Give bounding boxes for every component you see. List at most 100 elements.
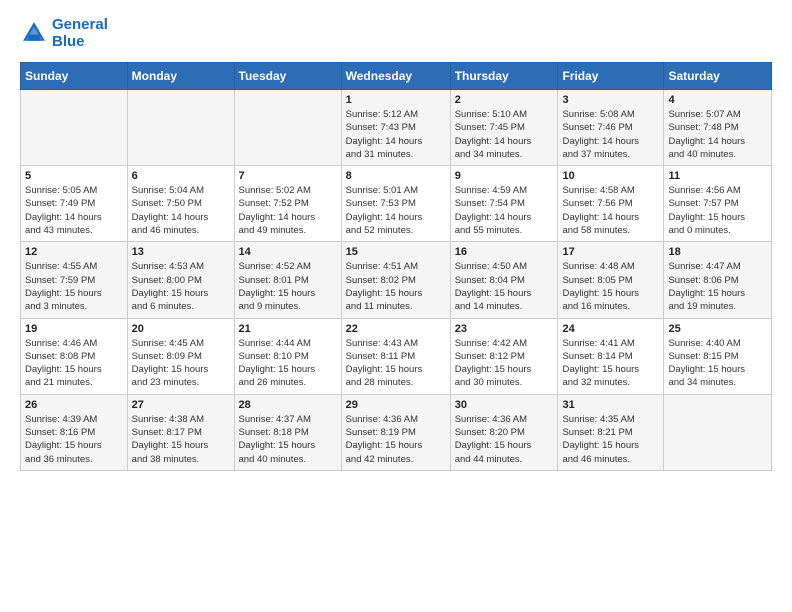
day-number: 29 bbox=[346, 399, 446, 411]
calendar-cell: 7Sunrise: 5:02 AM Sunset: 7:52 PM Daylig… bbox=[234, 166, 341, 242]
calendar-cell bbox=[127, 90, 234, 166]
day-number: 11 bbox=[668, 170, 767, 182]
calendar-cell: 4 Sunrise: 5:07 AM Sunset: 7:48 PM Daylig… bbox=[664, 90, 772, 166]
calendar-cell: 30 Sunrise: 4:36 AM Sunset: 8:20 PM Dayli… bbox=[450, 394, 558, 470]
day-info: Sunrise: 4:46 AM Sunset: 8:08 PM Dayligh… bbox=[25, 337, 123, 390]
day-info: Sunrise: 4:55 AM Sunset: 7:59 PM Dayligh… bbox=[25, 260, 123, 313]
day-info: Sunrise: 4:48 AM Sunset: 8:05 PM Dayligh… bbox=[562, 260, 659, 313]
day-info: Sunrise: 4:41 AM Sunset: 8:14 PM Dayligh… bbox=[562, 337, 659, 390]
calendar-cell: 25Sunrise: 4:40 AM Sunset: 8:15 PM Dayli… bbox=[664, 318, 772, 394]
header: General Blue bbox=[20, 16, 772, 50]
day-header-monday: Monday bbox=[127, 63, 234, 90]
day-info: Sunrise: 4:40 AM Sunset: 8:15 PM Dayligh… bbox=[668, 337, 767, 390]
day-number: 16 bbox=[455, 246, 554, 258]
day-info: Sunrise: 4:36 AM Sunset: 8:19 PM Dayligh… bbox=[346, 413, 446, 466]
day-number: 26 bbox=[25, 399, 123, 411]
calendar-cell: 14 Sunrise: 4:52 AM Sunset: 8:01 PM Dayli… bbox=[234, 242, 341, 318]
day-number: 8 bbox=[346, 170, 446, 182]
day-header-sunday: Sunday bbox=[21, 63, 128, 90]
calendar-cell: 5 Sunrise: 5:05 AM Sunset: 7:49 PM Daylig… bbox=[21, 166, 128, 242]
day-number: 23 bbox=[455, 323, 554, 335]
day-info: Sunrise: 5:10 AM Sunset: 7:45 PM Dayligh… bbox=[455, 108, 554, 161]
calendar-cell: 29 Sunrise: 4:36 AM Sunset: 8:19 PM Dayli… bbox=[341, 394, 450, 470]
calendar-table: SundayMondayTuesdayWednesdayThursdayFrid… bbox=[20, 62, 772, 471]
calendar-cell: 26 Sunrise: 4:39 AM Sunset: 8:16 PM Dayli… bbox=[21, 394, 128, 470]
day-info: Sunrise: 4:43 AM Sunset: 8:11 PM Dayligh… bbox=[346, 337, 446, 390]
calendar-cell: 18 Sunrise: 4:47 AM Sunset: 8:06 PM Dayli… bbox=[664, 242, 772, 318]
day-info: Sunrise: 4:45 AM Sunset: 8:09 PM Dayligh… bbox=[132, 337, 230, 390]
day-info: Sunrise: 4:39 AM Sunset: 8:16 PM Dayligh… bbox=[25, 413, 123, 466]
day-number: 19 bbox=[25, 323, 123, 335]
day-number: 22 bbox=[346, 323, 446, 335]
day-number: 21 bbox=[239, 323, 337, 335]
calendar-cell: 16 Sunrise: 4:50 AM Sunset: 8:04 PM Dayli… bbox=[450, 242, 558, 318]
calendar-cell: 23 Sunrise: 4:42 AM Sunset: 8:12 PM Dayli… bbox=[450, 318, 558, 394]
day-info: Sunrise: 4:59 AM Sunset: 7:54 PM Dayligh… bbox=[455, 184, 554, 237]
logo-icon bbox=[20, 19, 48, 47]
calendar-cell: 22 Sunrise: 4:43 AM Sunset: 8:11 PM Dayli… bbox=[341, 318, 450, 394]
day-header-tuesday: Tuesday bbox=[234, 63, 341, 90]
day-header-saturday: Saturday bbox=[664, 63, 772, 90]
day-number: 9 bbox=[455, 170, 554, 182]
calendar-cell: 24 Sunrise: 4:41 AM Sunset: 8:14 PM Dayli… bbox=[558, 318, 664, 394]
calendar-cell: 27Sunrise: 4:38 AM Sunset: 8:17 PM Dayli… bbox=[127, 394, 234, 470]
day-number: 12 bbox=[25, 246, 123, 258]
day-info: Sunrise: 4:42 AM Sunset: 8:12 PM Dayligh… bbox=[455, 337, 554, 390]
logo-text: General Blue bbox=[52, 16, 108, 50]
day-number: 3 bbox=[562, 94, 659, 106]
day-number: 18 bbox=[668, 246, 767, 258]
day-header-friday: Friday bbox=[558, 63, 664, 90]
day-number: 6 bbox=[132, 170, 230, 182]
calendar-cell: 6 Sunrise: 5:04 AM Sunset: 7:50 PM Daylig… bbox=[127, 166, 234, 242]
calendar-cell: 10Sunrise: 4:58 AM Sunset: 7:56 PM Dayli… bbox=[558, 166, 664, 242]
day-number: 20 bbox=[132, 323, 230, 335]
calendar-cell bbox=[21, 90, 128, 166]
day-number: 27 bbox=[132, 399, 230, 411]
day-info: Sunrise: 5:01 AM Sunset: 7:53 PM Dayligh… bbox=[346, 184, 446, 237]
day-info: Sunrise: 4:53 AM Sunset: 8:00 PM Dayligh… bbox=[132, 260, 230, 313]
day-number: 24 bbox=[562, 323, 659, 335]
calendar-cell: 31 Sunrise: 4:35 AM Sunset: 8:21 PM Dayli… bbox=[558, 394, 664, 470]
day-number: 13 bbox=[132, 246, 230, 258]
calendar-cell: 21 Sunrise: 4:44 AM Sunset: 8:10 PM Dayli… bbox=[234, 318, 341, 394]
day-number: 30 bbox=[455, 399, 554, 411]
day-info: Sunrise: 4:50 AM Sunset: 8:04 PM Dayligh… bbox=[455, 260, 554, 313]
logo: General Blue bbox=[20, 16, 108, 50]
day-info: Sunrise: 4:56 AM Sunset: 7:57 PM Dayligh… bbox=[668, 184, 767, 237]
day-number: 31 bbox=[562, 399, 659, 411]
day-number: 14 bbox=[239, 246, 337, 258]
calendar-page: General Blue SundayMondayTuesdayWednesda… bbox=[0, 0, 792, 481]
day-info: Sunrise: 4:51 AM Sunset: 8:02 PM Dayligh… bbox=[346, 260, 446, 313]
day-number: 4 bbox=[668, 94, 767, 106]
calendar-cell: 20 Sunrise: 4:45 AM Sunset: 8:09 PM Dayli… bbox=[127, 318, 234, 394]
calendar-cell: 9 Sunrise: 4:59 AM Sunset: 7:54 PM Daylig… bbox=[450, 166, 558, 242]
day-number: 2 bbox=[455, 94, 554, 106]
week-row-1: 1Sunrise: 5:12 AM Sunset: 7:43 PM Daylig… bbox=[21, 90, 772, 166]
day-number: 28 bbox=[239, 399, 337, 411]
calendar-cell: 19 Sunrise: 4:46 AM Sunset: 8:08 PM Dayli… bbox=[21, 318, 128, 394]
calendar-cell: 1Sunrise: 5:12 AM Sunset: 7:43 PM Daylig… bbox=[341, 90, 450, 166]
day-info: Sunrise: 4:36 AM Sunset: 8:20 PM Dayligh… bbox=[455, 413, 554, 466]
day-info: Sunrise: 4:47 AM Sunset: 8:06 PM Dayligh… bbox=[668, 260, 767, 313]
calendar-cell: 17Sunrise: 4:48 AM Sunset: 8:05 PM Dayli… bbox=[558, 242, 664, 318]
day-number: 5 bbox=[25, 170, 123, 182]
calendar-cell bbox=[234, 90, 341, 166]
calendar-cell: 15 Sunrise: 4:51 AM Sunset: 8:02 PM Dayli… bbox=[341, 242, 450, 318]
calendar-cell: 2 Sunrise: 5:10 AM Sunset: 7:45 PM Daylig… bbox=[450, 90, 558, 166]
calendar-cell: 13 Sunrise: 4:53 AM Sunset: 8:00 PM Dayli… bbox=[127, 242, 234, 318]
week-row-4: 19 Sunrise: 4:46 AM Sunset: 8:08 PM Dayli… bbox=[21, 318, 772, 394]
calendar-cell: 12 Sunrise: 4:55 AM Sunset: 7:59 PM Dayli… bbox=[21, 242, 128, 318]
day-info: Sunrise: 5:12 AM Sunset: 7:43 PM Dayligh… bbox=[346, 108, 446, 161]
week-row-2: 5 Sunrise: 5:05 AM Sunset: 7:49 PM Daylig… bbox=[21, 166, 772, 242]
day-info: Sunrise: 5:07 AM Sunset: 7:48 PM Dayligh… bbox=[668, 108, 767, 161]
day-info: Sunrise: 4:52 AM Sunset: 8:01 PM Dayligh… bbox=[239, 260, 337, 313]
day-info: Sunrise: 5:04 AM Sunset: 7:50 PM Dayligh… bbox=[132, 184, 230, 237]
day-info: Sunrise: 4:44 AM Sunset: 8:10 PM Dayligh… bbox=[239, 337, 337, 390]
day-info: Sunrise: 5:08 AM Sunset: 7:46 PM Dayligh… bbox=[562, 108, 659, 161]
day-info: Sunrise: 5:02 AM Sunset: 7:52 PM Dayligh… bbox=[239, 184, 337, 237]
day-info: Sunrise: 4:58 AM Sunset: 7:56 PM Dayligh… bbox=[562, 184, 659, 237]
calendar-cell: 3 Sunrise: 5:08 AM Sunset: 7:46 PM Daylig… bbox=[558, 90, 664, 166]
day-info: Sunrise: 4:35 AM Sunset: 8:21 PM Dayligh… bbox=[562, 413, 659, 466]
day-info: Sunrise: 5:05 AM Sunset: 7:49 PM Dayligh… bbox=[25, 184, 123, 237]
day-number: 15 bbox=[346, 246, 446, 258]
